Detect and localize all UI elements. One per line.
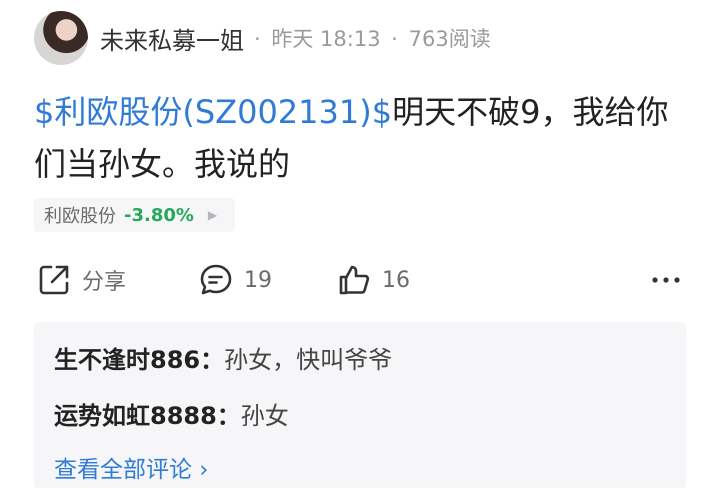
stock-mention-link[interactable]: $利欧股份(SZ002131)$ xyxy=(34,93,392,131)
share-button[interactable]: 分享 xyxy=(34,258,126,302)
comments-panel: 生不逢时886：孙女，快叫爷爷 运势如虹8888：孙女 查看全部评论 › xyxy=(34,322,686,488)
comment-item[interactable]: 生不逢时886：孙女，快叫爷爷 xyxy=(54,340,392,375)
post-views: 763阅读 xyxy=(408,27,491,51)
chevron-right-icon: ▶ xyxy=(207,208,218,222)
comment-user[interactable]: 生不逢时886： xyxy=(54,346,224,374)
more-button[interactable] xyxy=(646,258,686,302)
share-icon xyxy=(34,260,74,300)
action-bar: 分享 19 16 xyxy=(34,258,686,302)
meta-separator: · xyxy=(254,27,261,51)
stock-chip-change: -3.80% xyxy=(124,204,194,226)
comment-item[interactable]: 运势如虹8888：孙女 xyxy=(54,396,289,431)
more-dots-icon xyxy=(646,260,686,300)
post-time: 昨天 18:13 xyxy=(271,27,381,51)
post-meta: · 昨天 18:13 · 763阅读 xyxy=(250,23,491,53)
stock-chip-name: 利欧股份 xyxy=(44,206,116,227)
thumbs-up-icon xyxy=(334,260,374,300)
comment-count: 19 xyxy=(244,267,272,293)
view-all-comments-link[interactable]: 查看全部评论 › xyxy=(54,450,209,484)
like-count: 16 xyxy=(382,267,410,293)
author-avatar[interactable] xyxy=(34,11,88,65)
comment-text: 孙女，快叫爷爷 xyxy=(224,346,393,374)
comment-icon xyxy=(196,260,236,300)
meta-separator: · xyxy=(391,27,398,51)
post-header: 未来私募一姐 · 昨天 18:13 · 763阅读 xyxy=(34,10,491,66)
post-body: $利欧股份(SZ002131)$明天不破9，我给你们当孙女。我说的 xyxy=(34,86,694,190)
author-name[interactable]: 未来私募一姐 xyxy=(100,21,244,56)
comment-button[interactable]: 19 xyxy=(196,258,272,302)
comment-text: 孙女 xyxy=(240,402,289,430)
like-button[interactable]: 16 xyxy=(334,258,410,302)
comment-user[interactable]: 运势如虹8888： xyxy=(54,402,241,430)
share-label: 分享 xyxy=(82,270,127,295)
stock-chip[interactable]: 利欧股份 -3.80% ▶ xyxy=(34,198,236,232)
